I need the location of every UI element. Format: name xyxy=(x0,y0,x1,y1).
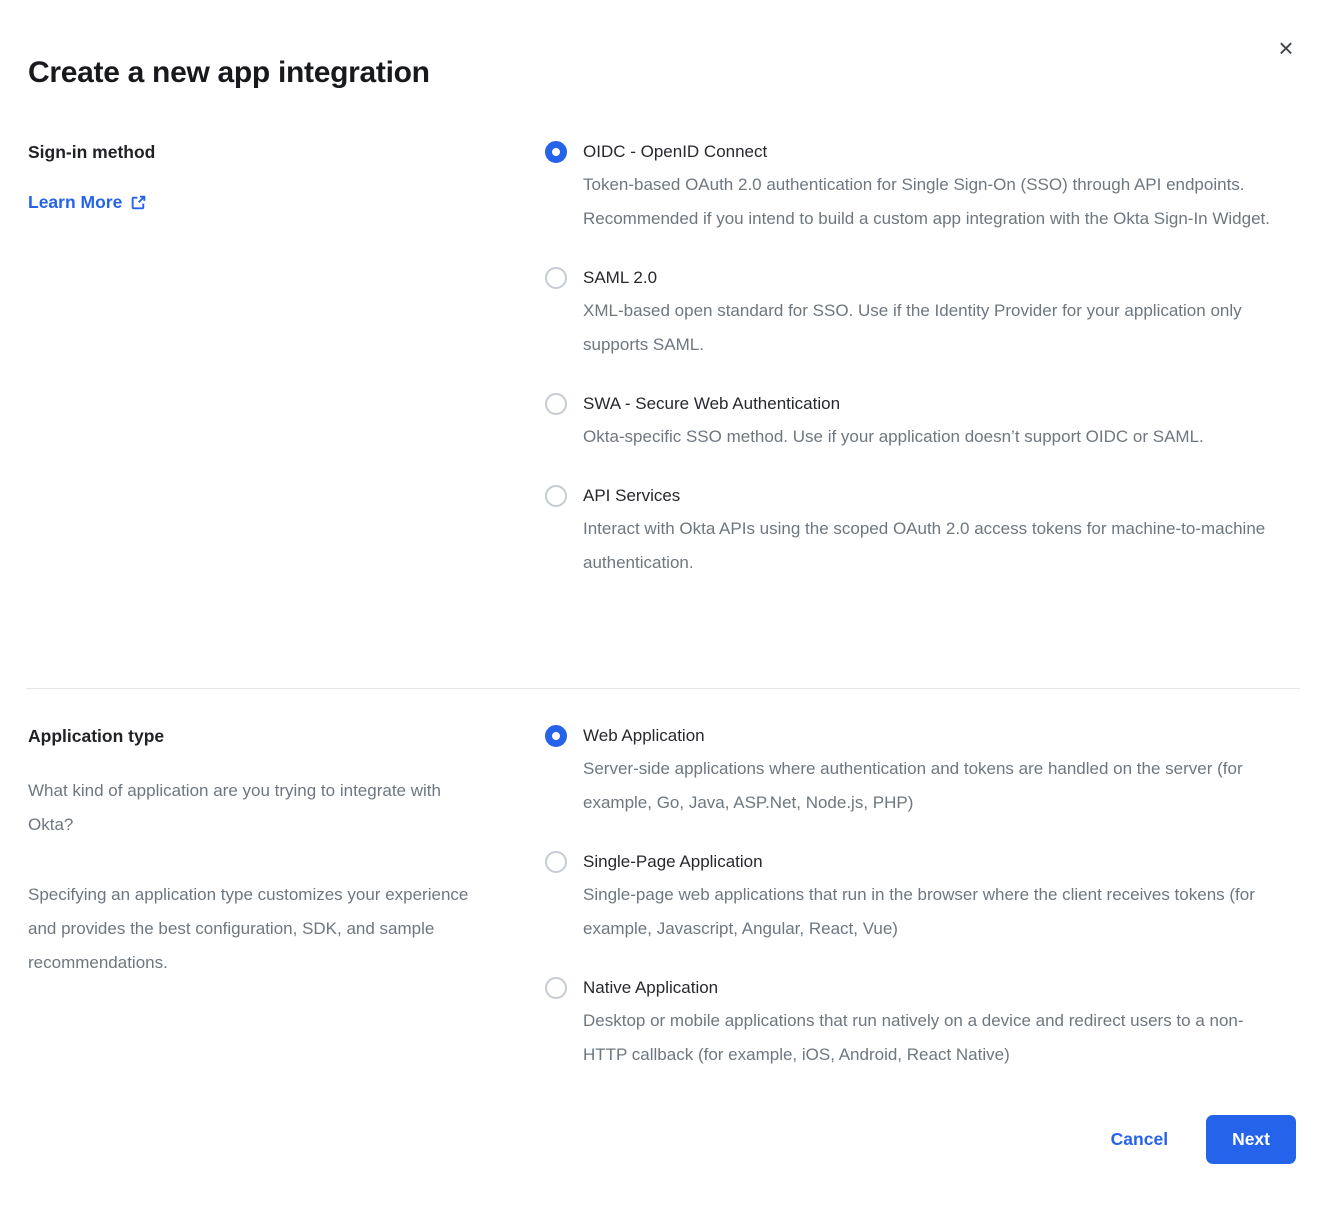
radio-oidc-selected[interactable] xyxy=(545,141,567,163)
radio-option-saml[interactable]: SAML 2.0 XML-based open standard for SSO… xyxy=(545,266,1292,362)
option-description-web-application: Server-side applications where authentic… xyxy=(583,752,1273,820)
option-label-oidc: OIDC - OpenID Connect xyxy=(583,140,1292,164)
dialog-title: Create a new app integration xyxy=(28,56,430,90)
external-link-icon xyxy=(130,194,147,211)
cancel-button[interactable]: Cancel xyxy=(1111,1129,1168,1150)
application-type-section: Application type What kind of applicatio… xyxy=(28,724,1292,1072)
sign-in-method-left-column: Sign-in method Learn More xyxy=(28,140,545,580)
option-description-saml: XML-based open standard for SSO. Use if … xyxy=(583,294,1273,362)
application-type-paragraph-2: Specifying an application type customize… xyxy=(28,878,473,980)
close-button[interactable]: × xyxy=(1268,30,1304,66)
section-divider xyxy=(26,688,1300,689)
option-label-saml: SAML 2.0 xyxy=(583,266,1292,290)
create-app-integration-dialog: × Create a new app integration Sign-in m… xyxy=(0,0,1332,1210)
sign-in-method-label: Sign-in method xyxy=(28,140,545,164)
radio-single-page-application[interactable] xyxy=(545,851,567,873)
radio-option-native-application[interactable]: Native Application Desktop or mobile app… xyxy=(545,976,1292,1072)
radio-web-application-selected[interactable] xyxy=(545,725,567,747)
application-type-left-column: Application type What kind of applicatio… xyxy=(28,724,545,1072)
option-label-web-application: Web Application xyxy=(583,724,1292,748)
radio-option-oidc[interactable]: OIDC - OpenID Connect Token-based OAuth … xyxy=(545,140,1292,236)
radio-option-web-application[interactable]: Web Application Server-side applications… xyxy=(545,724,1292,820)
application-type-options: Web Application Server-side applications… xyxy=(545,724,1292,1072)
learn-more-label: Learn More xyxy=(28,190,122,214)
application-type-label: Application type xyxy=(28,724,545,748)
next-button[interactable]: Next xyxy=(1206,1115,1296,1164)
sign-in-method-options: OIDC - OpenID Connect Token-based OAuth … xyxy=(545,140,1292,580)
option-label-native-application: Native Application xyxy=(583,976,1292,1000)
radio-option-swa[interactable]: SWA - Secure Web Authentication Okta-spe… xyxy=(545,392,1292,454)
option-label-single-page-application: Single-Page Application xyxy=(583,850,1292,874)
option-description-swa: Okta-specific SSO method. Use if your ap… xyxy=(583,420,1273,454)
close-icon: × xyxy=(1278,33,1293,63)
radio-swa[interactable] xyxy=(545,393,567,415)
sign-in-method-section: Sign-in method Learn More OIDC - OpenID … xyxy=(28,140,1292,580)
radio-api-services[interactable] xyxy=(545,485,567,507)
radio-saml[interactable] xyxy=(545,267,567,289)
radio-option-api-services[interactable]: API Services Interact with Okta APIs usi… xyxy=(545,484,1292,580)
option-label-swa: SWA - Secure Web Authentication xyxy=(583,392,1292,416)
radio-option-single-page-application[interactable]: Single-Page Application Single-page web … xyxy=(545,850,1292,946)
option-description-api-services: Interact with Okta APIs using the scoped… xyxy=(583,512,1273,580)
option-description-native-application: Desktop or mobile applications that run … xyxy=(583,1004,1273,1072)
learn-more-link[interactable]: Learn More xyxy=(28,190,147,214)
radio-native-application[interactable] xyxy=(545,977,567,999)
option-description-single-page-application: Single-page web applications that run in… xyxy=(583,878,1273,946)
option-label-api-services: API Services xyxy=(583,484,1292,508)
application-type-paragraph-1: What kind of application are you trying … xyxy=(28,774,473,842)
dialog-footer: Cancel Next xyxy=(1111,1115,1296,1164)
option-description-oidc: Token-based OAuth 2.0 authentication for… xyxy=(583,168,1273,236)
